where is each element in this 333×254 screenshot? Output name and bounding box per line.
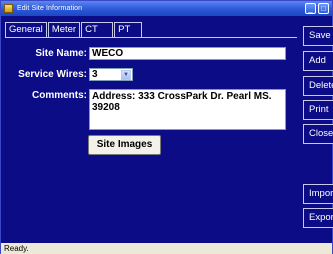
- app-icon: [4, 4, 13, 13]
- edit-site-window: Edit Site Information _ □ General Meter …: [0, 0, 333, 254]
- site-images-button[interactable]: Site Images: [88, 135, 161, 155]
- title-bar: Edit Site Information _ □: [1, 1, 332, 16]
- window-title: Edit Site Information: [17, 5, 83, 12]
- window-controls: _ □: [305, 3, 329, 14]
- save-button[interactable]: Save: [303, 26, 333, 46]
- service-wires-label: Service Wires:: [18, 69, 87, 80]
- print-button[interactable]: Print: [303, 100, 333, 120]
- comments-textarea[interactable]: Address: 333 CrossPark Dr. Pearl MS. 392…: [89, 89, 286, 130]
- comments-label: Comments:: [31, 90, 87, 101]
- site-name-label: Site Name:: [35, 48, 87, 59]
- add-button[interactable]: Add: [303, 51, 333, 71]
- tab-panel-divider: [5, 37, 297, 38]
- status-bar: Ready.: [1, 243, 332, 254]
- import-button[interactable]: Import: [303, 184, 333, 204]
- export-button[interactable]: Export: [303, 208, 333, 228]
- tab-strip: General Meter CT PT: [5, 22, 143, 37]
- tab-ct[interactable]: CT: [81, 22, 114, 37]
- minimize-button[interactable]: _: [305, 3, 316, 14]
- chevron-down-icon[interactable]: ▼: [121, 70, 131, 80]
- service-wires-select[interactable]: 3 ▼: [89, 68, 133, 81]
- service-wires-value: 3: [92, 69, 98, 80]
- delete-button[interactable]: Delete: [303, 76, 333, 96]
- tab-meter[interactable]: Meter: [47, 22, 81, 37]
- close-button[interactable]: Close: [303, 124, 333, 144]
- site-name-input[interactable]: WECO: [89, 47, 286, 60]
- tab-pt[interactable]: PT: [114, 22, 143, 37]
- tab-general[interactable]: General: [5, 22, 47, 37]
- maximize-button[interactable]: □: [318, 3, 329, 14]
